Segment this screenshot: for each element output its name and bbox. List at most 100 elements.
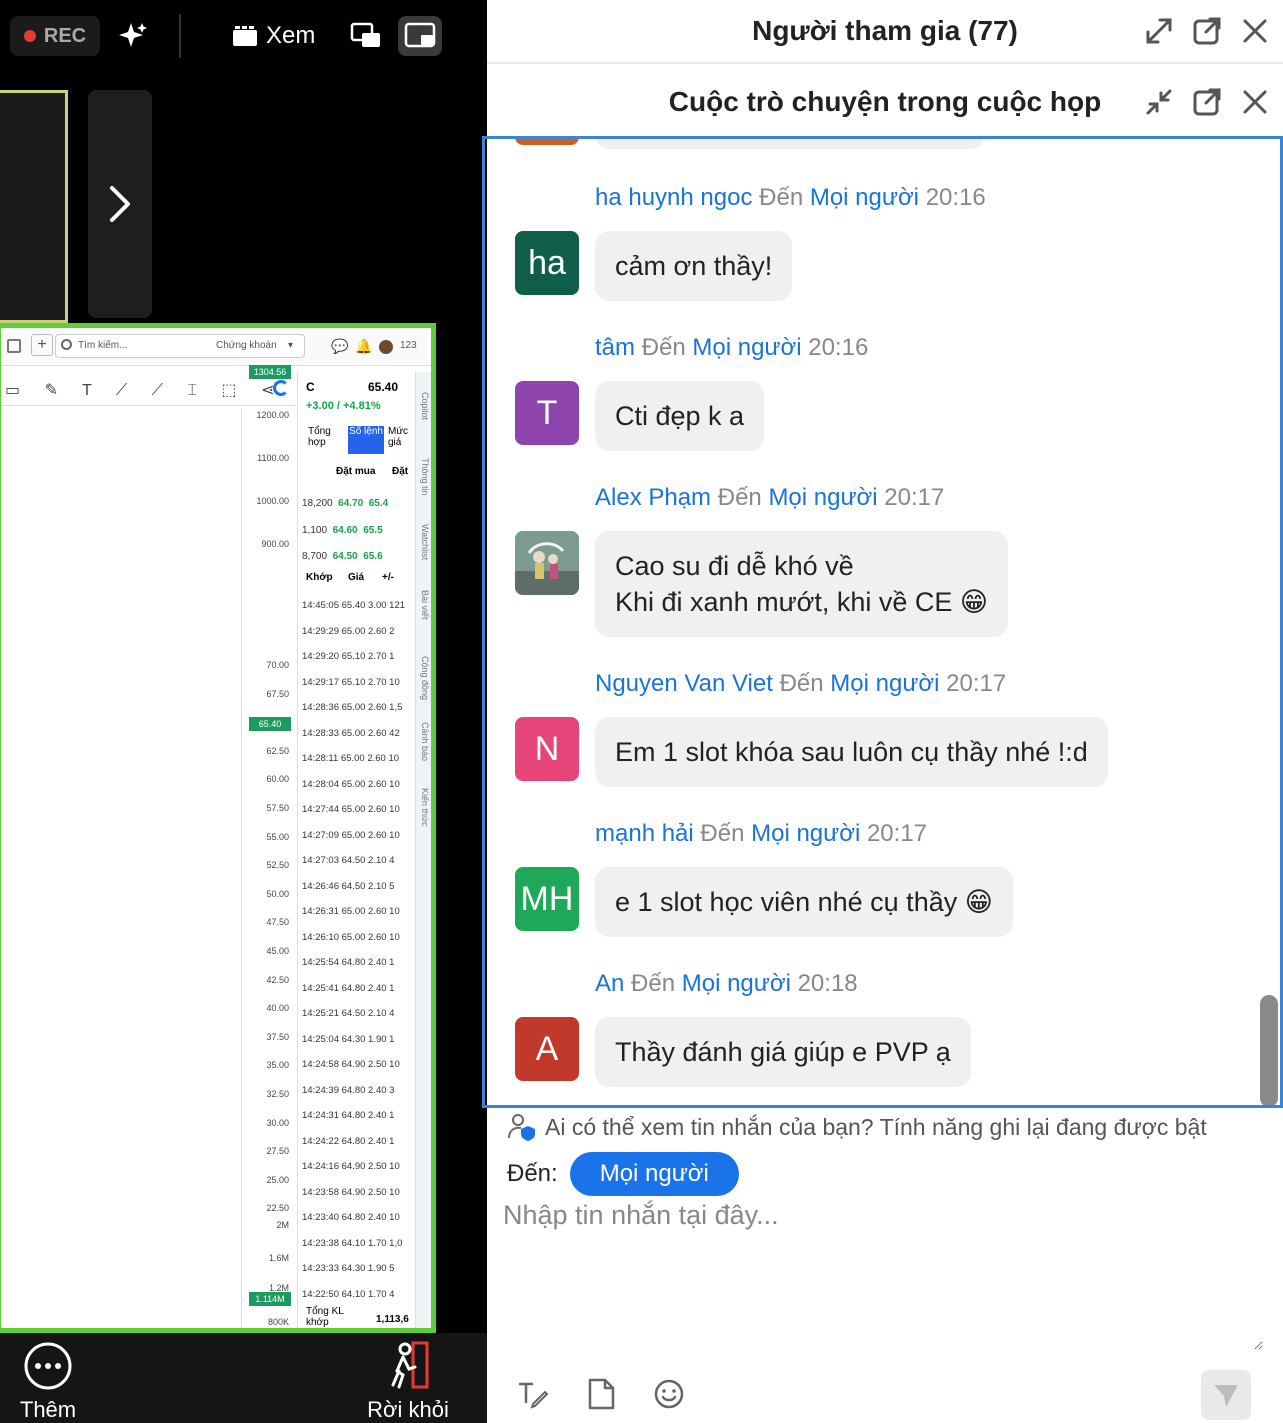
avatar[interactable]: T — [515, 381, 579, 445]
message-bubble[interactable]: Thầy đánh giá giúp e PVP ạ — [595, 1017, 971, 1087]
message-meta: Nguyen Van Viet Đến Mọi người 20:17 — [595, 670, 1006, 698]
meeting-toolbar: REC Xem — [0, 0, 487, 72]
total-label: Tổng KL khớp — [306, 1306, 344, 1328]
chat-scrollbar[interactable] — [1260, 995, 1278, 1105]
next-page-button[interactable] — [88, 90, 152, 318]
sender-name[interactable]: An — [595, 970, 624, 997]
side-tabs: Copilot Thông tin Watchlist Bài viết Cộng đồ… — [415, 372, 431, 1328]
leave-label: Rời khỏi — [367, 1397, 449, 1422]
to-word: Đến — [700, 820, 745, 847]
trade-row: 14:24:39 64.80 2.40 3 — [302, 1084, 395, 1096]
trade-row: 14:25:04 64.30 1.90 1 — [302, 1033, 395, 1045]
previous-avatar-edge — [515, 139, 579, 145]
more-button[interactable]: Thêm — [6, 1341, 90, 1423]
close-icon[interactable] — [1239, 86, 1271, 118]
message-text: Khi đi xanh mướt, khi về CE 😁 — [615, 587, 989, 617]
emoji-icon[interactable] — [649, 1374, 689, 1414]
ask-header: Đặt — [392, 466, 409, 477]
message-bubble[interactable]: Em 1 slot khóa sau luôn cụ thầy nhé !:d — [595, 717, 1108, 787]
market-select: Chứng khoán — [216, 340, 277, 351]
photo-avatar-icon — [515, 531, 579, 595]
total-value: 1,113,6 — [376, 1314, 409, 1325]
trade-row: 14:22:50 64.10 1.70 4 — [302, 1288, 395, 1300]
tab-order-book: Sổ lệnh — [348, 426, 384, 454]
price-change: +3.00 / +4.81% — [306, 400, 381, 412]
collapse-icon[interactable] — [1143, 86, 1175, 118]
view-button[interactable]: Xem — [232, 18, 315, 54]
avatar[interactable]: A — [515, 1017, 579, 1081]
send-button[interactable] — [1201, 1370, 1251, 1420]
axis-tick-label: 1100.00 — [257, 453, 289, 463]
leave-icon — [391, 1341, 429, 1389]
order-book: C 65.40 +3.00 / +4.81% Tổng hợp Sổ lệnh … — [297, 372, 415, 1328]
message-text: e 1 slot học viên nhé cụ thầy 😁 — [615, 887, 993, 917]
avatar[interactable]: ha — [515, 231, 579, 295]
pip-icon[interactable] — [344, 16, 388, 56]
close-icon[interactable] — [1239, 15, 1271, 47]
tab-summary: Tổng hợp — [308, 426, 331, 448]
axis-tick-label: 37.50 — [266, 1031, 289, 1042]
sender-name[interactable]: tâm — [595, 334, 635, 361]
bid-price: 64.60 — [332, 524, 358, 536]
leave-button[interactable]: Rời khỏi — [356, 1341, 460, 1423]
axis-tick-label: 1000.00 — [256, 496, 289, 506]
axis-price-tag: 65.40 — [249, 717, 291, 732]
more-icon — [24, 1342, 72, 1390]
pop-out-icon[interactable] — [1191, 86, 1223, 118]
pop-out-icon[interactable] — [1191, 15, 1223, 47]
refresh-icon — [273, 380, 289, 396]
trade-row: 14:25:41 64.80 2.40 1 — [302, 982, 395, 994]
message-input[interactable] — [503, 1200, 1263, 1350]
view-grid-icon — [233, 26, 257, 46]
sender-name[interactable]: Nguyen Van Viet — [595, 670, 773, 697]
badge-count: 123 — [400, 340, 417, 351]
message-time: 20:18 — [797, 970, 858, 997]
recipient-name: Mọi người — [751, 820, 861, 847]
message-bubble[interactable]: Cti đẹp k a — [595, 381, 765, 451]
bid-qty: 1,100 — [302, 524, 328, 536]
shared-screen: + Tìm kiếm... Chứng khoán ▾ 💬 🔔 123 ▭ ✎ … — [0, 323, 436, 1333]
message-bubble[interactable]: cảm ơn thầy! — [595, 231, 793, 301]
previous-bubble-edge — [595, 139, 985, 149]
symbol: C — [306, 380, 315, 394]
chevron-right-icon — [110, 186, 130, 222]
sender-name[interactable]: ha huynh ngoc — [595, 184, 752, 211]
chat-title: Cuộc trò chuyện trong cuộc họp — [668, 86, 1102, 117]
sender-name[interactable]: Alex Phạm — [595, 484, 711, 511]
sender-name[interactable]: mạnh hải — [595, 820, 694, 847]
message-time: 20:17 — [866, 820, 928, 847]
search-placeholder: Tìm kiếm... — [78, 340, 128, 351]
message-meta: tâm Đến Mọi người 20:16 — [595, 334, 868, 362]
format-text-icon[interactable] — [513, 1374, 553, 1414]
side-by-side-icon[interactable] — [398, 16, 442, 56]
avatar[interactable] — [515, 531, 579, 595]
participant-video-thumbnail[interactable] — [0, 90, 68, 323]
rec-indicator[interactable]: REC — [10, 16, 100, 56]
avatar[interactable]: MH — [515, 867, 579, 931]
privacy-notice[interactable]: Ai có thể xem tin nhắn của bạn? Tính năn… — [507, 1112, 1207, 1142]
chat-message-list[interactable]: ha huynh ngoc Đến Mọi người 20:16 ha cảm ơ… — [482, 136, 1283, 1108]
axis-tick-label: 42.50 — [266, 974, 289, 985]
rec-dot-icon — [23, 30, 36, 42]
trade-row: 14:29:17 65.10 2.70 10 — [302, 676, 400, 688]
recipient-name: Mọi người — [830, 670, 940, 697]
avatar[interactable]: N — [515, 717, 579, 781]
expand-icon[interactable] — [1143, 15, 1175, 47]
privacy-text: Ai có thể xem tin nhắn của bạn? Tính năn… — [545, 1113, 1207, 1140]
file-icon[interactable] — [581, 1374, 621, 1414]
add-icon: + — [31, 334, 53, 356]
recipient-select[interactable]: Mọi người — [569, 1152, 739, 1196]
trade-row: 14:28:04 65.00 2.60 10 — [302, 778, 400, 790]
ai-companion-icon[interactable] — [112, 16, 154, 56]
user-shield-icon — [508, 1114, 535, 1141]
recipient-name: Mọi người — [768, 484, 878, 511]
message-bubble[interactable]: Cao su đi dễ khó về Khi đi xanh mướt, khi… — [595, 531, 1009, 637]
compose-tools — [513, 1374, 689, 1414]
meeting-pane: REC Xem + Tìm kiếm... Chứng khoán ▾ 💬 🔔 … — [0, 0, 487, 1423]
price-axis: 1304.56 1200.00 1100.00 1000.00 900.00 70.00 6… — [241, 365, 293, 1328]
chat-header: Cuộc trò chuyện trong cuộc họp — [487, 66, 1283, 138]
participants-header: Người tham gia (77) — [487, 0, 1283, 64]
axis-tick-label: 35.00 — [266, 1060, 289, 1071]
bid-price: 64.70 — [338, 498, 364, 509]
message-bubble[interactable]: e 1 slot học viên nhé cụ thầy 😁 — [595, 867, 1013, 937]
